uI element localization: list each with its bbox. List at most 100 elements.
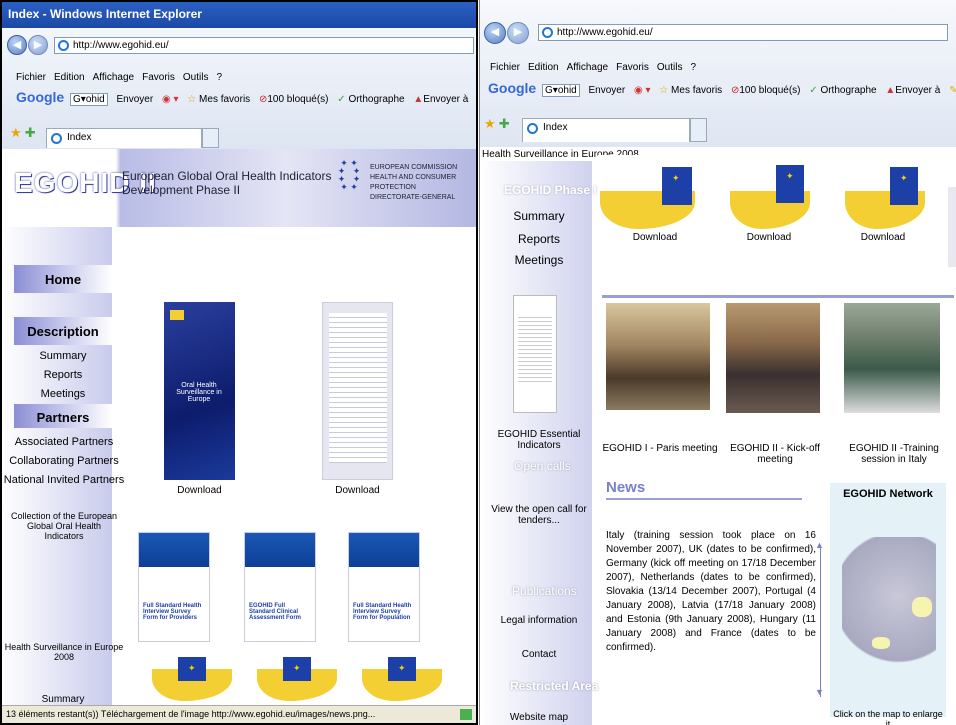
open-calls-link[interactable]: View the open call for tenders...: [480, 504, 598, 526]
nav-phase-heading[interactable]: EGOHID Phase I: [504, 183, 597, 197]
nav-legal-information[interactable]: Legal information: [480, 615, 598, 626]
menu-edition[interactable]: Edition: [528, 62, 559, 73]
forward-button[interactable]: ▶: [28, 35, 48, 55]
browser-tab-index[interactable]: Index: [522, 118, 690, 142]
nav-collaborating-partners[interactable]: Collaborating Partners: [2, 455, 126, 467]
egohid-button[interactable]: ✎ ▤ egohid: [477, 94, 478, 105]
oral-health-report-cover[interactable]: Oral Health Surveillance in Europe: [164, 302, 235, 480]
photo-caption-2: EGOHID II - Kick-off meeting: [730, 443, 820, 465]
envoyer-button[interactable]: Envoyer: [117, 94, 154, 105]
menu-fichier[interactable]: Fichier: [16, 72, 46, 83]
nav-collection[interactable]: Collection of the European Global Oral H…: [8, 511, 120, 541]
europe-map[interactable]: [842, 537, 936, 687]
address-url: http://www.egohid.eu/: [557, 27, 653, 38]
add-favorite-icon[interactable]: ✚: [25, 125, 36, 140]
menu-favoris[interactable]: Favoris: [142, 72, 175, 83]
browser-tab-index[interactable]: Index: [46, 128, 202, 148]
nav-website-map[interactable]: Website map: [480, 712, 598, 723]
envoyer-a-button[interactable]: ▲Envoyer à: [885, 85, 940, 96]
new-tab-button[interactable]: [690, 118, 707, 142]
popup-blocked-button[interactable]: ⊘100 bloqué(s): [259, 94, 329, 105]
nav-description[interactable]: Description: [14, 324, 112, 339]
essential-indicators-cover[interactable]: [513, 295, 557, 413]
scroll-hint: [948, 187, 956, 267]
eu-flag-icon[interactable]: [776, 165, 804, 203]
eu-flag-icon[interactable]: [662, 167, 692, 205]
nav-summary[interactable]: Summary: [14, 350, 112, 362]
favoris-button[interactable]: ☆ Mes favoris: [659, 85, 722, 96]
nav-health-surveillance[interactable]: Health Surveillance in Europe 2008: [4, 642, 124, 662]
envoyer-button[interactable]: Envoyer: [589, 85, 626, 96]
restricted-area-heading[interactable]: Restricted Area: [510, 679, 598, 693]
ie-page-icon: e: [542, 27, 553, 38]
ie-page-icon: e: [58, 40, 69, 51]
paris-meeting-photo[interactable]: [606, 303, 710, 410]
download-link-2[interactable]: Download: [320, 485, 395, 496]
egohid-button[interactable]: ✎ ▤ egohid: [949, 85, 956, 96]
egohid-network-box[interactable]: EGOHID Network Click on the map to enlar…: [830, 483, 946, 725]
menu-favoris[interactable]: Favoris: [616, 62, 649, 73]
menu-outils[interactable]: Outils: [183, 72, 209, 83]
add-favorite-icon[interactable]: ✚: [499, 116, 510, 131]
favorites-star-icon[interactable]: ★: [484, 116, 496, 131]
orthographe-button[interactable]: ✓ Orthographe: [809, 85, 876, 96]
menu-affichage[interactable]: Affichage: [567, 62, 609, 73]
browser-chrome: ◀ ▶ e http://www.egohid.eu/ Fichier Editio…: [480, 0, 956, 147]
left-browser-window: Index - Windows Internet Explorer ◀ ▶ eh…: [0, 0, 478, 725]
nav-reports[interactable]: Reports: [480, 232, 598, 246]
google-search-input[interactable]: G▾ohid: [70, 93, 108, 106]
nav-summary-2[interactable]: Summary: [14, 694, 112, 705]
nav-meetings[interactable]: Meetings: [14, 388, 112, 400]
nav-essential-indicators[interactable]: EGOHID Essential Indicators: [480, 429, 598, 451]
google-logo: Google: [488, 80, 537, 96]
download-link-2[interactable]: Download: [734, 232, 804, 243]
agenda-document-cover[interactable]: [322, 302, 393, 480]
nav-meetings[interactable]: Meetings: [480, 253, 598, 267]
download-link-1[interactable]: Download: [620, 232, 690, 243]
nav-summary[interactable]: Summary: [480, 209, 598, 223]
google-toolbar: Google G▾ohid Envoyer ◉ ▾ ☆ Mes favoris …: [488, 80, 956, 97]
google-search-input[interactable]: G▾ohid: [542, 84, 580, 97]
popup-blocked-button[interactable]: ⊘100 bloqué(s): [731, 85, 801, 96]
report-thumb-2[interactable]: EGOHID Full Standard Clinical Assessment…: [244, 532, 316, 642]
nav-associated-partners[interactable]: Associated Partners: [2, 436, 126, 448]
nav-reports[interactable]: Reports: [14, 369, 112, 381]
publications-heading[interactable]: Publications: [512, 584, 577, 598]
back-button[interactable]: ◀: [484, 22, 506, 44]
envoyer-a-button[interactable]: ▲Envoyer à: [413, 94, 468, 105]
favorites-star-icon[interactable]: ★: [10, 125, 22, 140]
back-button[interactable]: ◀: [7, 35, 27, 55]
news-text: Italy (training session took place on 16…: [606, 530, 816, 653]
open-calls-heading[interactable]: Open calls: [514, 459, 571, 473]
forward-button[interactable]: ▶: [507, 22, 529, 44]
address-bar[interactable]: e http://www.egohid.eu/: [538, 24, 948, 41]
report-thumb-1[interactable]: Full Standard Health Interview Survey Fo…: [138, 532, 210, 642]
orthographe-button[interactable]: ✓ Orthographe: [337, 94, 404, 105]
check-icon: ✓: [337, 94, 346, 105]
menu-affichage[interactable]: Affichage: [93, 72, 135, 83]
scroll-down-icon[interactable]: ▼: [815, 687, 824, 697]
kickoff-meeting-photo[interactable]: [726, 303, 820, 413]
menu-help[interactable]: ?: [216, 72, 222, 83]
menu-outils[interactable]: Outils: [657, 62, 683, 73]
menu-edition[interactable]: Edition: [54, 72, 85, 83]
download-link-1[interactable]: Download: [162, 485, 237, 496]
toolbar-icons[interactable]: ◉ ▾: [634, 85, 651, 96]
nav-partners[interactable]: Partners: [14, 410, 112, 425]
nav-home[interactable]: Home: [14, 272, 112, 287]
toolbar-icons[interactable]: ◉ ▾: [162, 94, 179, 105]
address-bar[interactable]: e http://www.egohid.eu/: [54, 37, 474, 54]
new-tab-button[interactable]: [202, 128, 219, 148]
favoris-button[interactable]: ☆ Mes favoris: [187, 94, 250, 105]
nav-contact[interactable]: Contact: [480, 649, 598, 660]
menu-fichier[interactable]: Fichier: [490, 62, 520, 73]
training-session-photo[interactable]: [844, 303, 940, 413]
report-thumb-3[interactable]: Full Standard Health Interview Survey Fo…: [348, 532, 420, 642]
eu-flag-icon[interactable]: [890, 167, 918, 205]
eu-flag-icon: [170, 310, 184, 320]
nav-national-invited-partners[interactable]: National Invited Partners: [2, 474, 126, 486]
scroll-up-icon[interactable]: ▲: [815, 540, 824, 550]
download-link-3[interactable]: Download: [848, 232, 918, 243]
menu-help[interactable]: ?: [690, 62, 696, 73]
security-zone-icon[interactable]: [460, 709, 472, 720]
